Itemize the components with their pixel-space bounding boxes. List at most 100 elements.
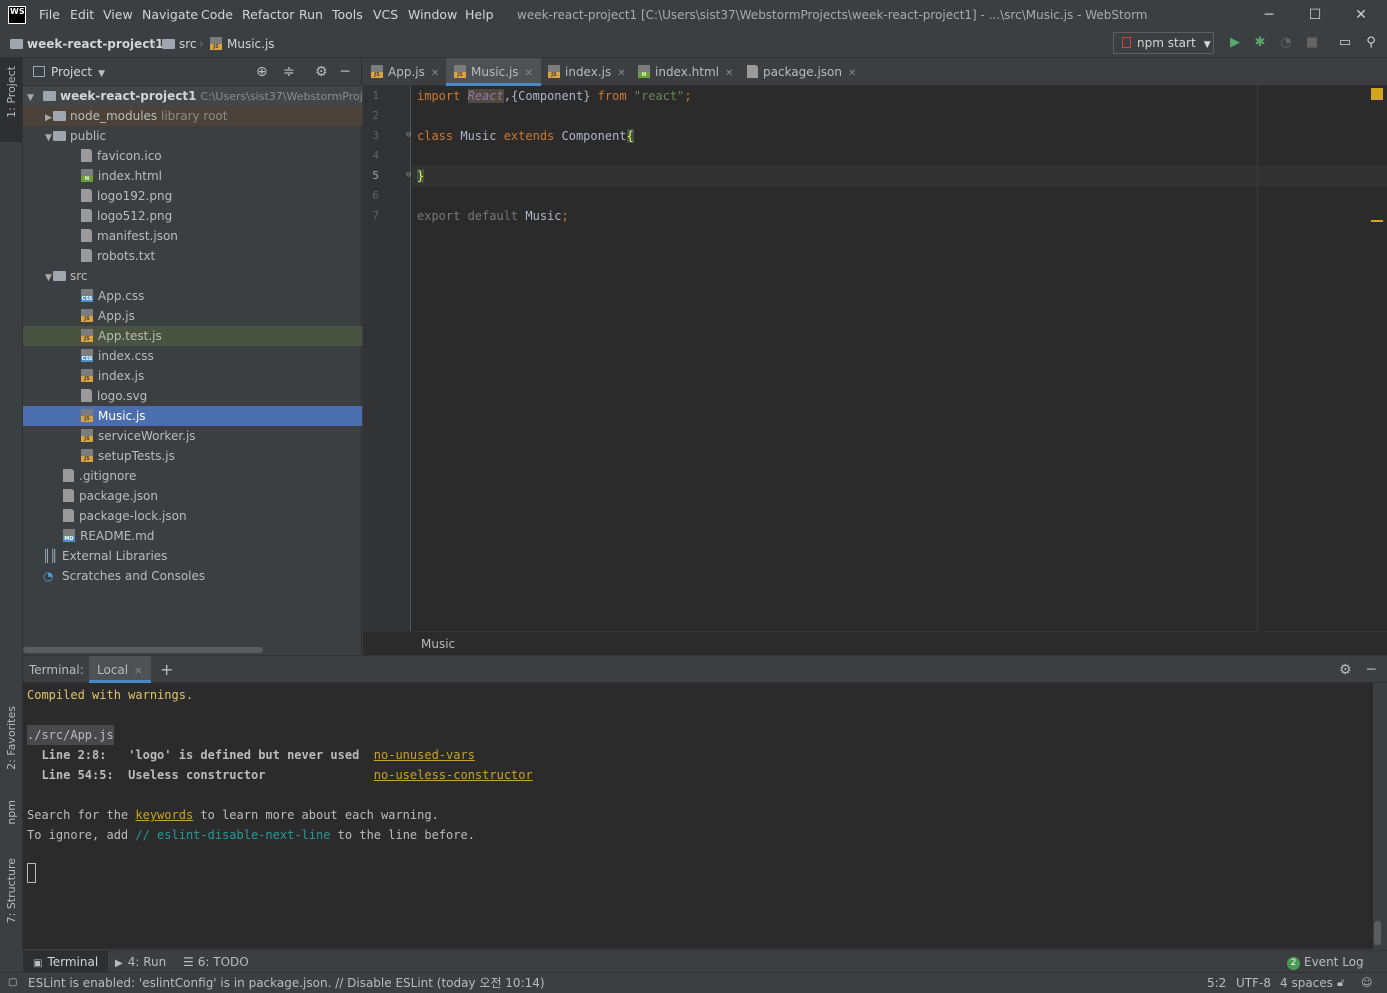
close-tab-icon[interactable]: ✕	[134, 666, 142, 677]
project-view-select[interactable]: Project ▼	[33, 58, 105, 88]
npm-tool-tab[interactable]: npm	[2, 800, 21, 825]
close-tab-icon[interactable]: ✕	[617, 68, 625, 79]
current-line-highlight	[412, 166, 1387, 186]
new-terminal-icon[interactable]: +	[160, 656, 173, 684]
maximize-icon[interactable]: ☐	[1292, 0, 1338, 30]
event-log-button[interactable]: 2 Event Log	[1287, 951, 1364, 973]
file-encoding[interactable]: UTF-8	[1236, 973, 1271, 993]
tree-item-index-html[interactable]: index.html	[23, 166, 362, 186]
menu-tools[interactable]: Tools	[332, 0, 363, 30]
fold-icon[interactable]: ⊖	[406, 130, 411, 140]
close-tab-icon[interactable]: ✕	[848, 68, 856, 79]
tree-item-package-lock[interactable]: package-lock.json	[23, 506, 362, 526]
inspector-icon[interactable]: ☺	[1361, 973, 1372, 993]
menu-vcs[interactable]: VCS	[373, 0, 398, 30]
favorites-tool-tab[interactable]: 2: Favorites	[2, 706, 21, 770]
indent-setting[interactable]: 4 spaces	[1280, 973, 1333, 993]
close-tab-icon[interactable]: ✕	[725, 68, 733, 79]
code-editor[interactable]: 1 2 3 4 5 6 7 ⊖ ⊖ import React,{Componen…	[363, 86, 1387, 631]
search-icon[interactable]: ⚲	[1362, 34, 1380, 52]
tab-terminal-local[interactable]: Local ✕	[89, 656, 151, 683]
close-window-icon[interactable]: ✕	[1338, 0, 1384, 30]
keywords-link[interactable]: keywords	[135, 808, 193, 822]
project-structure-icon[interactable]: ▭	[1336, 34, 1354, 52]
menu-view[interactable]: View	[103, 0, 133, 30]
tree-item-external-libraries[interactable]: ║║ External Libraries	[23, 546, 362, 566]
tree-item-service-worker[interactable]: serviceWorker.js	[23, 426, 362, 446]
lock-icon[interactable]: 🔓︎	[1337, 973, 1344, 993]
tree-item-src[interactable]: ▼ src	[23, 266, 362, 286]
project-tool-tab-label[interactable]: 1: Project	[2, 66, 21, 118]
breadcrumb-file[interactable]: Music.js	[210, 30, 275, 58]
menu-edit[interactable]: Edit	[70, 0, 94, 30]
hide-panel-icon[interactable]: ─	[341, 58, 349, 86]
tree-item-readme[interactable]: README.md	[23, 526, 362, 546]
tree-item-robots[interactable]: robots.txt	[23, 246, 362, 266]
terminal-output[interactable]: Compiled with warnings. ./src/App.js Lin…	[23, 683, 1381, 949]
horizontal-scrollbar[interactable]	[23, 647, 263, 653]
debug-icon[interactable]: ✱	[1251, 34, 1269, 52]
minimize-icon[interactable]: ─	[1246, 0, 1292, 30]
structure-tool-tab[interactable]: 7: Structure	[2, 858, 21, 923]
hide-panel-icon[interactable]: ─	[1367, 656, 1375, 684]
todo-tool-button[interactable]: ☰ 6: TODO	[183, 951, 249, 973]
tree-item-app-css[interactable]: App.css	[23, 286, 362, 306]
tree-item-index-js[interactable]: index.js	[23, 366, 362, 386]
code-keyword: class	[417, 129, 454, 143]
toggle-tool-windows-icon[interactable]: ▢	[8, 973, 17, 993]
tree-item-setup-tests[interactable]: setupTests.js	[23, 446, 362, 466]
menu-window[interactable]: Window	[408, 0, 457, 30]
tree-item-public[interactable]: ▼ public	[23, 126, 362, 146]
tree-item-node-modules[interactable]: ▶ node_modules library root	[23, 106, 362, 126]
vertical-scrollbar[interactable]	[1374, 921, 1381, 945]
tab-index-js[interactable]: index.js ✕	[540, 58, 634, 86]
line-number: 2	[372, 109, 379, 122]
caret-position[interactable]: 5:2	[1207, 973, 1226, 993]
fold-icon[interactable]: ⊖	[406, 170, 411, 180]
collapse-all-icon[interactable]: ≑	[283, 58, 295, 86]
close-tab-icon[interactable]: ✕	[431, 68, 439, 79]
menu-file[interactable]: File	[39, 0, 60, 30]
gear-icon[interactable]: ⚙	[315, 58, 328, 86]
tree-item-manifest[interactable]: manifest.json	[23, 226, 362, 246]
breadcrumb-project[interactable]: week-react-project1	[10, 30, 164, 58]
tab-package-json[interactable]: package.json ✕	[739, 58, 864, 86]
tree-item-app-test-js[interactable]: App.test.js	[23, 326, 362, 346]
status-message[interactable]: ESLint is enabled: 'eslintConfig' is in …	[28, 973, 545, 993]
tree-item-app-js[interactable]: App.js	[23, 306, 362, 326]
tree-item-logo-svg[interactable]: logo.svg	[23, 386, 362, 406]
folder-icon	[53, 111, 66, 121]
run-configuration-select[interactable]: npm start ▼	[1113, 32, 1214, 54]
breadcrumb-folder[interactable]: src	[162, 30, 197, 58]
rule-link[interactable]: no-unused-vars	[374, 748, 475, 762]
tree-item-logo512[interactable]: logo512.png	[23, 206, 362, 226]
tree-item-package-json[interactable]: package.json	[23, 486, 362, 506]
tree-root[interactable]: ▼ week-react-project1 C:\Users\sist37\Web…	[23, 86, 363, 106]
menu-run[interactable]: Run	[299, 0, 323, 30]
menu-code[interactable]: Code	[201, 0, 233, 30]
locate-file-icon[interactable]: ⊕	[256, 58, 268, 86]
editor-breadcrumb: Music	[363, 631, 1387, 655]
tree-item-logo192[interactable]: logo192.png	[23, 186, 362, 206]
warning-indicator-icon[interactable]	[1371, 88, 1383, 100]
tree-item-scratches[interactable]: ◔ Scratches and Consoles	[23, 566, 362, 586]
tree-item-music-js[interactable]: Music.js	[23, 406, 362, 426]
editor-breadcrumb-item[interactable]: Music	[421, 632, 455, 656]
tree-item-index-css[interactable]: index.css	[23, 346, 362, 366]
tab-music-js[interactable]: Music.js ✕	[446, 58, 541, 86]
stop-icon[interactable]: ■	[1303, 34, 1321, 52]
tab-index-html[interactable]: index.html ✕	[630, 58, 741, 86]
run-icon[interactable]: ▶	[1226, 34, 1244, 52]
menu-refactor[interactable]: Refactor	[242, 0, 294, 30]
tree-item-gitignore[interactable]: .gitignore	[23, 466, 362, 486]
tab-app-js[interactable]: App.js ✕	[363, 58, 447, 86]
coverage-icon[interactable]: ◔	[1277, 34, 1295, 52]
menu-help[interactable]: Help	[465, 0, 494, 30]
gear-icon[interactable]: ⚙	[1339, 656, 1352, 684]
close-tab-icon[interactable]: ✕	[525, 68, 533, 79]
menu-navigate[interactable]: Navigate	[142, 0, 198, 30]
tree-item-favicon[interactable]: favicon.ico	[23, 146, 362, 166]
rule-link[interactable]: no-useless-constructor	[374, 768, 533, 782]
code-text: Music	[525, 209, 562, 223]
warning-stripe[interactable]	[1371, 220, 1383, 222]
